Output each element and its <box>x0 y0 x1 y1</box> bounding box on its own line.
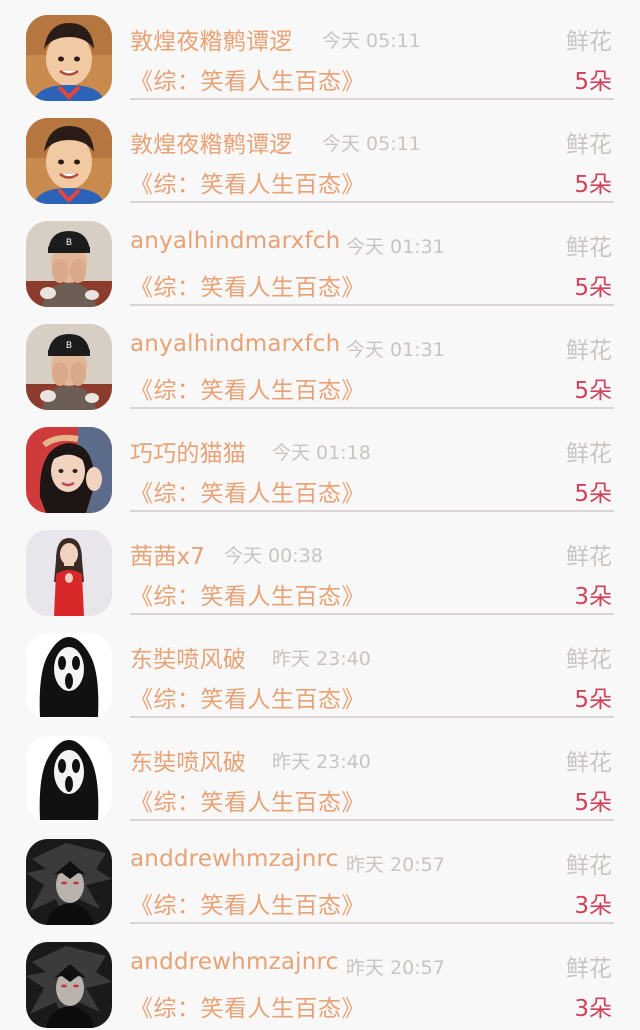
gift-time: 昨天 23:40 <box>272 648 371 670</box>
gift-type: 鲜花 <box>566 853 612 879</box>
gift-time: 昨天 23:40 <box>272 751 371 773</box>
book-title[interactable]: 《综：笑看人生百态》 <box>130 680 365 714</box>
gift-time: 今天 01:31 <box>346 339 445 361</box>
username[interactable]: 东奘喷风破 <box>130 640 246 674</box>
gift-type: 鲜花 <box>566 132 612 158</box>
row-divider <box>130 819 614 821</box>
username[interactable]: anyalhindmarxfch <box>130 228 340 254</box>
row-divider <box>130 407 614 409</box>
gift-amount: 3朵 <box>574 584 612 610</box>
gift-type: 鲜花 <box>566 647 612 673</box>
book-title[interactable]: 《综：笑看人生百态》 <box>130 783 365 817</box>
gift-amount: 5朵 <box>574 275 612 301</box>
gift-amount: 5朵 <box>574 790 612 816</box>
username[interactable]: 敦煌夜糌鹩谭逻 <box>130 22 292 56</box>
cap-person-avatar-icon[interactable]: B <box>26 324 112 410</box>
dark-anime-avatar-icon[interactable] <box>26 942 112 1028</box>
ghost-mask-avatar-icon[interactable] <box>26 736 112 822</box>
gift-record-row[interactable]: B anyalhindmarxfch 今天 01:31 鲜花 《综：笑看人生百态… <box>0 309 640 412</box>
gift-type: 鲜花 <box>566 956 612 982</box>
woman-red-dress-avatar-icon[interactable] <box>26 530 112 616</box>
gift-record-list: 敦煌夜糌鹩谭逻 今天 05:11 鲜花 《综：笑看人生百态》 5朵 敦煌夜糌鹩谭… <box>0 0 640 1028</box>
gift-amount: 3朵 <box>574 996 612 1022</box>
cap-person-avatar-icon[interactable]: B <box>26 221 112 307</box>
boy-avatar-icon[interactable] <box>26 118 112 204</box>
gift-record-row[interactable]: anddrewhmzajnrc 昨天 20:57 鲜花 《综：笑看人生百态》 3… <box>0 824 640 927</box>
gift-record-row[interactable]: 东奘喷风破 昨天 23:40 鲜花 《综：笑看人生百态》 5朵 <box>0 618 640 721</box>
username[interactable]: anddrewhmzajnrc <box>130 949 339 975</box>
gift-type: 鲜花 <box>566 29 612 55</box>
username[interactable]: anddrewhmzajnrc <box>130 846 339 872</box>
gift-type: 鲜花 <box>566 338 612 364</box>
gift-record-row[interactable]: 敦煌夜糌鹩谭逻 今天 05:11 鲜花 《综：笑看人生百态》 5朵 <box>0 103 640 206</box>
boy-avatar-icon[interactable] <box>26 15 112 101</box>
gift-record-row[interactable]: B anyalhindmarxfch 今天 01:31 鲜花 《综：笑看人生百态… <box>0 206 640 309</box>
gift-amount: 5朵 <box>574 378 612 404</box>
row-divider <box>130 922 614 924</box>
gift-type: 鲜花 <box>566 441 612 467</box>
book-title[interactable]: 《综：笑看人生百态》 <box>130 989 365 1023</box>
row-divider <box>130 98 614 100</box>
gift-record-row[interactable]: 敦煌夜糌鹩谭逻 今天 05:11 鲜花 《综：笑看人生百态》 5朵 <box>0 0 640 103</box>
gift-amount: 5朵 <box>574 172 612 198</box>
gift-time: 今天 00:38 <box>224 545 323 567</box>
gift-amount: 5朵 <box>574 481 612 507</box>
gift-time: 今天 05:11 <box>322 133 421 155</box>
gift-time: 今天 01:31 <box>346 236 445 258</box>
row-divider <box>130 510 614 512</box>
book-title[interactable]: 《综：笑看人生百态》 <box>130 886 365 920</box>
svg-text:B: B <box>66 340 72 350</box>
gift-record-row[interactable]: anddrewhmzajnrc 昨天 20:57 鲜花 《综：笑看人生百态》 3… <box>0 927 640 1030</box>
username[interactable]: anyalhindmarxfch <box>130 331 340 357</box>
gift-amount: 5朵 <box>574 687 612 713</box>
gift-record-row[interactable]: 东奘喷风破 昨天 23:40 鲜花 《综：笑看人生百态》 5朵 <box>0 721 640 824</box>
row-divider <box>130 201 614 203</box>
gift-time: 昨天 20:57 <box>346 957 445 979</box>
book-title[interactable]: 《综：笑看人生百态》 <box>130 268 365 302</box>
gift-type: 鲜花 <box>566 750 612 776</box>
book-title[interactable]: 《综：笑看人生百态》 <box>130 371 365 405</box>
svg-text:B: B <box>66 237 72 247</box>
gift-time: 今天 01:18 <box>272 442 371 464</box>
book-title[interactable]: 《综：笑看人生百态》 <box>130 577 365 611</box>
username[interactable]: 巧巧的猫猫 <box>130 434 246 468</box>
book-title[interactable]: 《综：笑看人生百态》 <box>130 62 365 96</box>
gift-time: 今天 05:11 <box>322 30 421 52</box>
username[interactable]: 敦煌夜糌鹩谭逻 <box>130 125 292 159</box>
row-divider <box>130 304 614 306</box>
dark-anime-avatar-icon[interactable] <box>26 839 112 925</box>
gift-amount: 5朵 <box>574 69 612 95</box>
gift-type: 鲜花 <box>566 235 612 261</box>
book-title[interactable]: 《综：笑看人生百态》 <box>130 165 365 199</box>
username[interactable]: 东奘喷风破 <box>130 743 246 777</box>
ghost-mask-avatar-icon[interactable] <box>26 633 112 719</box>
gift-time: 昨天 20:57 <box>346 854 445 876</box>
woman-avatar-icon[interactable] <box>26 427 112 513</box>
gift-type: 鲜花 <box>566 544 612 570</box>
gift-record-row[interactable]: 茜茜x7 今天 00:38 鲜花 《综：笑看人生百态》 3朵 <box>0 515 640 618</box>
row-divider <box>130 613 614 615</box>
row-divider <box>130 716 614 718</box>
username[interactable]: 茜茜x7 <box>130 537 205 571</box>
gift-amount: 3朵 <box>574 893 612 919</box>
gift-record-row[interactable]: 巧巧的猫猫 今天 01:18 鲜花 《综：笑看人生百态》 5朵 <box>0 412 640 515</box>
book-title[interactable]: 《综：笑看人生百态》 <box>130 474 365 508</box>
